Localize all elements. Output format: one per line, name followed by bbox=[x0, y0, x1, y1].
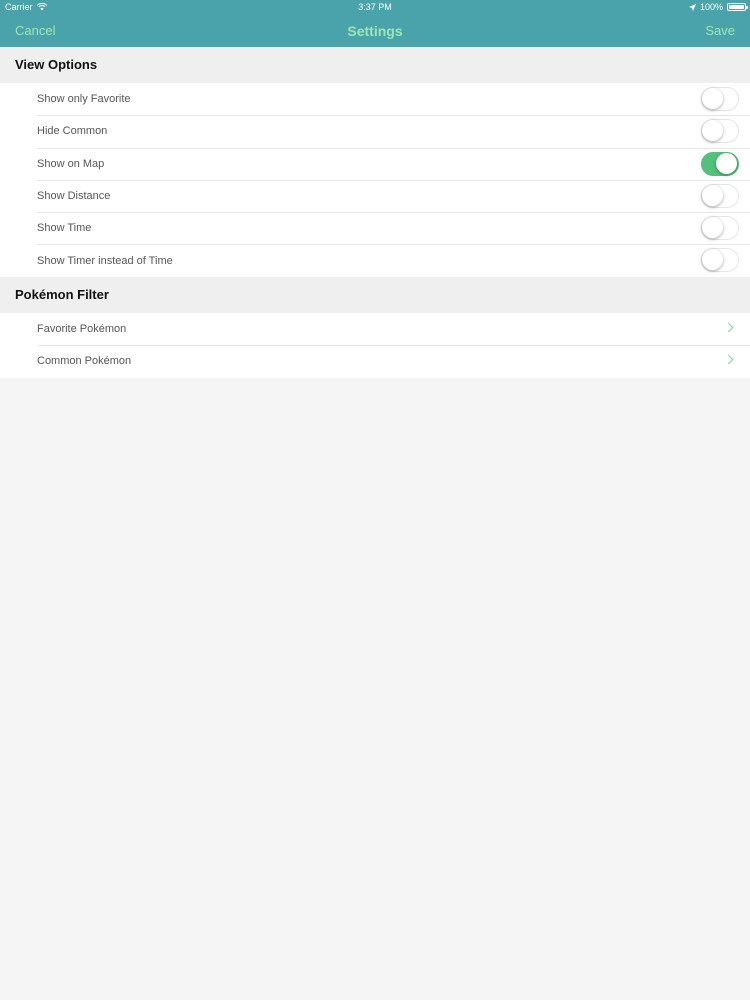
setting-row-show-distance: Show Distance bbox=[0, 179, 750, 212]
setting-row-show-time: Show Time bbox=[0, 212, 750, 244]
nav-row-favorite-pokemon[interactable]: Favorite Pokémon bbox=[0, 313, 750, 345]
save-button[interactable]: Save bbox=[705, 23, 735, 38]
toggle-show-on-map[interactable] bbox=[701, 151, 739, 176]
chevron-right-icon bbox=[723, 354, 734, 365]
toggle-knob bbox=[702, 184, 723, 206]
toggle-show-time[interactable] bbox=[701, 216, 739, 241]
chevron-right-icon bbox=[723, 322, 734, 333]
navigation-bar: Cancel Settings Save bbox=[0, 14, 750, 47]
toggle-knob bbox=[702, 217, 723, 239]
toggle-knob bbox=[716, 152, 737, 174]
setting-label: Show Time bbox=[37, 222, 92, 235]
setting-label: Show Distance bbox=[37, 190, 111, 203]
setting-label: Show on Map bbox=[37, 157, 105, 170]
status-bar: Carrier 3:37 PM 100% bbox=[0, 0, 750, 14]
toggle-hide-common[interactable] bbox=[701, 119, 739, 144]
setting-label: Hide Common bbox=[37, 125, 108, 138]
setting-row-show-only-favorite: Show only Favorite bbox=[0, 83, 750, 115]
toggle-show-distance[interactable] bbox=[701, 183, 739, 208]
pokemon-filter-group: Favorite Pokémon Common Pokémon bbox=[0, 313, 750, 378]
top-bar: Carrier 3:37 PM 100% Cancel Settings Sav… bbox=[0, 0, 750, 47]
setting-label: Show Timer instead of Time bbox=[37, 254, 173, 267]
setting-row-show-timer: Show Timer instead of Time bbox=[0, 244, 750, 276]
section-header-pokemon-filter: Pokémon Filter bbox=[0, 277, 750, 313]
nav-row-label: Favorite Pokémon bbox=[37, 323, 127, 336]
battery-icon bbox=[727, 3, 748, 11]
section-header-view-options: View Options bbox=[0, 47, 750, 83]
toggle-show-timer[interactable] bbox=[701, 248, 739, 273]
status-time: 3:37 PM bbox=[358, 2, 392, 12]
location-arrow-icon bbox=[688, 3, 696, 11]
setting-row-show-on-map: Show on Map bbox=[0, 147, 750, 180]
empty-area bbox=[0, 378, 750, 1000]
nav-row-common-pokemon[interactable]: Common Pokémon bbox=[0, 345, 750, 377]
toggle-knob bbox=[702, 120, 723, 142]
page-title: Settings bbox=[347, 23, 403, 39]
toggle-show-only-favorite[interactable] bbox=[701, 87, 739, 111]
toggle-knob bbox=[702, 88, 723, 109]
status-right: 100% bbox=[688, 2, 748, 12]
toggle-knob bbox=[702, 249, 723, 271]
battery-percent: 100% bbox=[699, 2, 723, 12]
setting-row-hide-common: Hide Common bbox=[0, 115, 750, 147]
view-options-group: Show only Favorite Hide Common Show on M… bbox=[0, 83, 750, 277]
setting-label: Show only Favorite bbox=[37, 93, 131, 106]
nav-row-label: Common Pokémon bbox=[37, 355, 132, 368]
